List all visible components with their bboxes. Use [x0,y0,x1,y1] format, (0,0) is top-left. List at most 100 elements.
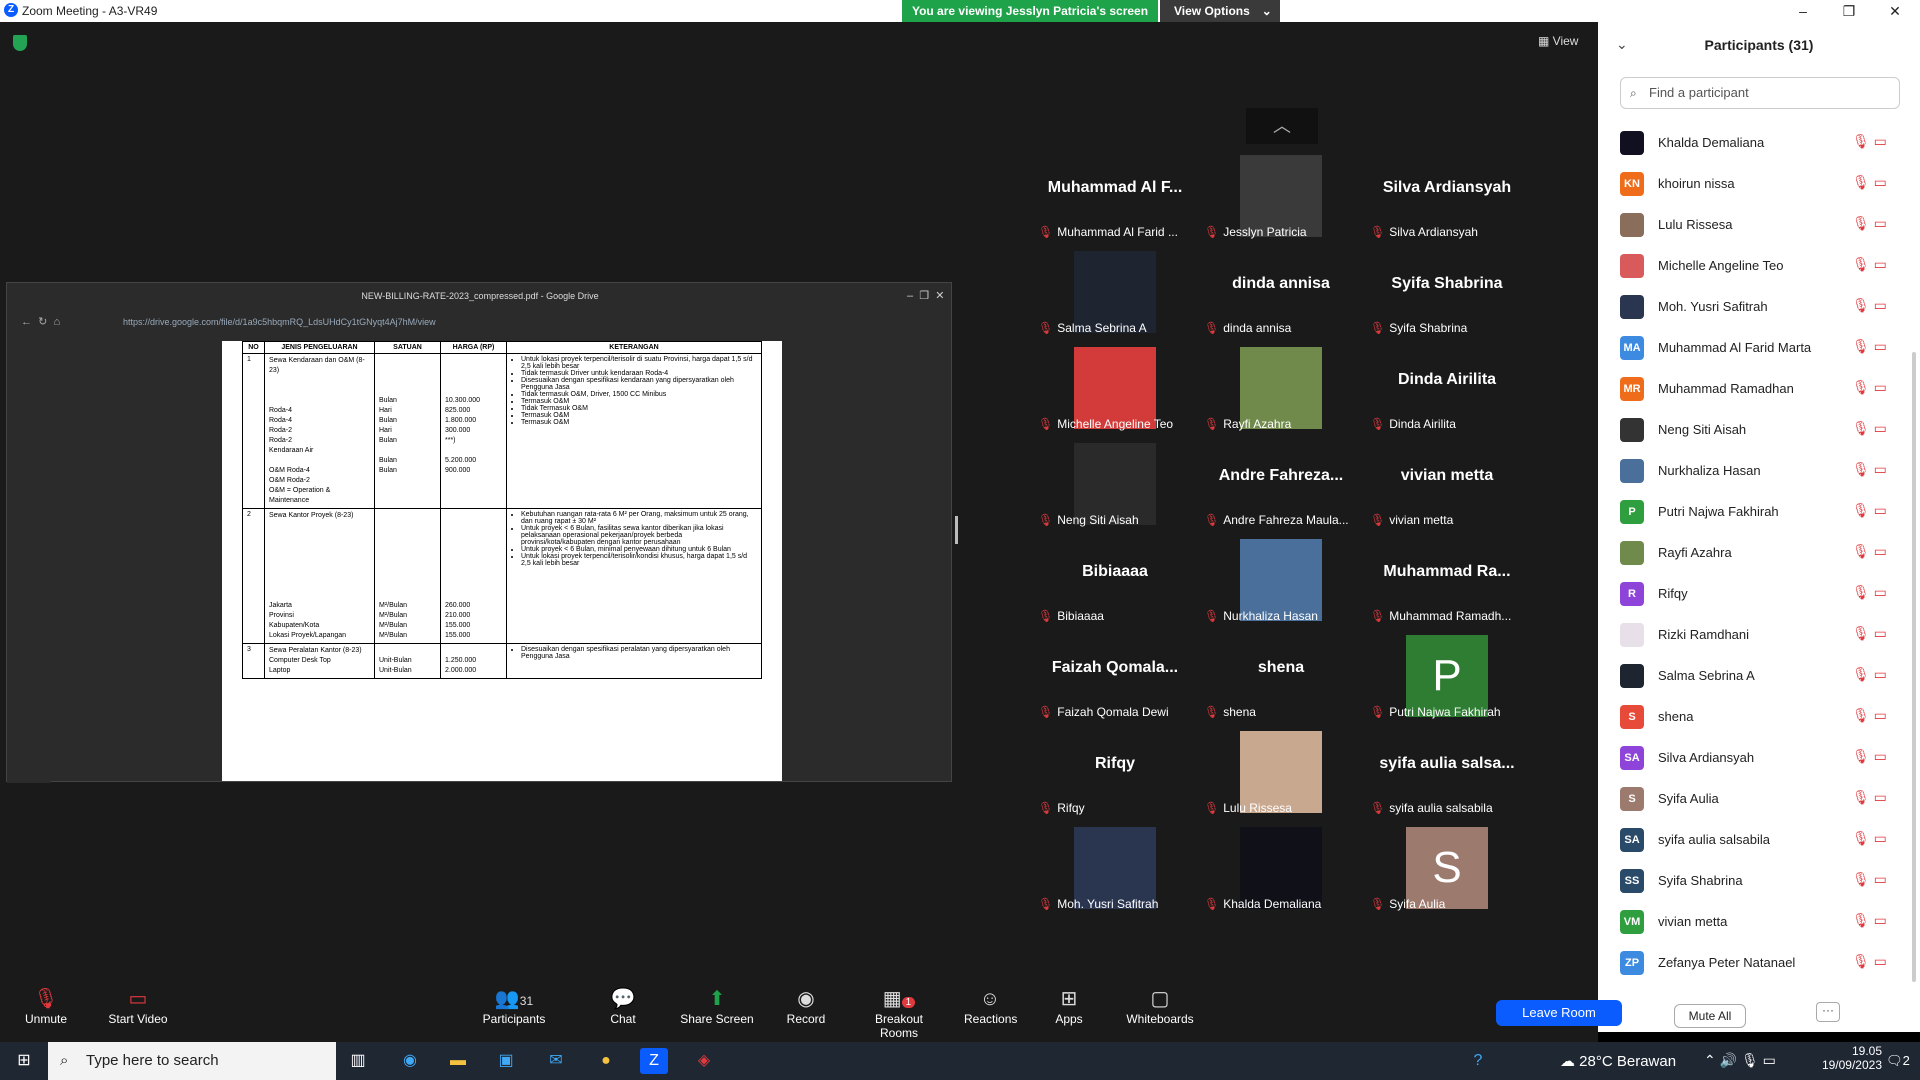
participant-row[interactable]: Khalda Demaliana 🎙 ▭ [1620,123,1910,163]
video-tile[interactable]: 🎙 Nurkhaliza Hasan [1200,535,1362,625]
tile-name-label: 🎙 Dinda Airilita [1370,417,1526,431]
leave-room-button[interactable]: Leave Room [1496,1000,1622,1026]
participant-row[interactable]: MA Muhammad Al Farid Marta 🎙 ▭ [1620,328,1910,368]
doc-line: 10.300.000 [445,397,481,404]
participants-button[interactable]: 👥31 Participants [480,982,548,1042]
participant-row[interactable]: Rizki Ramdhani 🎙 ▭ [1620,615,1910,655]
share-screen-button[interactable]: ⬆ Share Screen [680,982,754,1042]
video-tile[interactable]: dinda annisa 🎙 dinda annisa [1200,247,1362,337]
more-options-button[interactable]: ··· [1816,1002,1840,1022]
participant-row[interactable]: Lulu Rissesa 🎙 ▭ [1620,205,1910,245]
video-tile[interactable]: S 🎙 Syifa Aulia [1366,823,1528,913]
participant-row[interactable]: ZP Zefanya Peter Natanael 🎙 ▭ [1620,943,1910,983]
reactions-button[interactable]: ☺ Reactions [964,982,1017,1042]
whiteboards-button[interactable]: ▢ Whiteboards [1126,982,1194,1042]
video-tile[interactable]: Bibiaaaa 🎙 Bibiaaaa [1034,535,1196,625]
chat-button[interactable]: 💬 Chat [605,982,641,1042]
doc-row: 1 Sewa Kendaraan dan O&M (8-23) Roda-4 Rod… [242,353,762,509]
mcafee-icon[interactable]: ◈ [690,1048,718,1074]
maximize-button[interactable]: ❐ [1826,0,1872,22]
zoom-taskbar-icon[interactable]: Z [640,1048,668,1074]
windows-start-icon[interactable]: ⊞ [10,1048,38,1074]
notification-center-icon[interactable]: 🗨2 [1884,1048,1912,1074]
video-tile[interactable]: 🎙 Salma Sebrina A [1034,247,1196,337]
video-tile[interactable]: Dinda Airilita 🎙 Dinda Airilita [1366,343,1528,433]
tile-name-text: Syifa Shabrina [1389,321,1468,335]
participant-row[interactable]: Rayfi Azahra 🎙 ▭ [1620,533,1910,573]
system-tray-icons[interactable]: ⌃ 🔊 🎙 ▭ [1704,1052,1776,1069]
video-tile[interactable]: Silva Ardiansyah 🎙 Silva Ardiansyah [1366,151,1528,241]
video-tile[interactable]: Syifa Shabrina 🎙 Syifa Shabrina [1366,247,1528,337]
tile-name-text: Khalda Demaliana [1223,897,1322,911]
search-participant-input[interactable]: ⌕ Find a participant [1620,77,1900,109]
video-tile[interactable]: Muhammad Al F... 🎙 Muhammad Al Farid ... [1034,151,1196,241]
video-tile[interactable]: vivian metta 🎙 vivian metta [1366,439,1528,529]
avatar: S [1620,787,1644,811]
tile-name-text: syifa aulia salsabila [1389,801,1493,815]
apps-button[interactable]: ⊞ Apps [1054,982,1084,1042]
file-explorer-icon[interactable]: ▬ [444,1048,472,1074]
participant-row[interactable]: SA Silva Ardiansyah 🎙 ▭ [1620,738,1910,778]
video-tile[interactable]: 🎙 Lulu Rissesa [1200,727,1362,817]
start-video-button[interactable]: ▭ Start Video [106,982,170,1042]
panel-scrollbar[interactable] [1912,352,1916,982]
video-tile[interactable]: Andre Fahreza... 🎙 Andre Fahreza Maula... [1200,439,1362,529]
participant-row[interactable]: Nurkhaliza Hasan 🎙 ▭ [1620,451,1910,491]
participant-row[interactable]: R Rifqy 🎙 ▭ [1620,574,1910,614]
help-icon[interactable]: ? [1464,1048,1492,1074]
security-shield-icon[interactable] [13,35,27,51]
gallery-scroll-up-button[interactable]: ︿ [1246,108,1318,144]
mic-muted-icon: 🎙 [1370,705,1386,719]
participant-row[interactable]: SS Syifa Shabrina 🎙 ▭ [1620,861,1910,901]
video-tile[interactable]: 🎙 Jesslyn Patricia [1200,151,1362,241]
participant-row[interactable]: Moh. Yusri Safitrah 🎙 ▭ [1620,287,1910,327]
video-tile[interactable]: Rifqy 🎙 Rifqy [1034,727,1196,817]
participant-row[interactable]: Sshena 🎙 ▭ [1620,697,1910,737]
video-tile[interactable]: Faizah Qomala... 🎙 Faizah Qomala Dewi [1034,631,1196,721]
mail-icon[interactable]: ✉ [542,1048,570,1074]
video-tile[interactable]: shena 🎙 shena [1200,631,1362,721]
splitter-handle[interactable] [955,516,958,544]
video-tile[interactable]: 🎙 Moh. Yusri Safitrah [1034,823,1196,913]
participant-row[interactable]: KN khoirun nissa 🎙 ▭ [1620,164,1910,204]
participant-row[interactable]: VM vivian metta 🎙 ▭ [1620,902,1910,942]
participant-row[interactable]: Neng Siti Aisah 🎙 ▭ [1620,410,1910,450]
close-button[interactable]: ✕ [1872,0,1918,22]
store-icon[interactable]: ▣ [492,1048,520,1074]
record-button[interactable]: ◉ Record [786,982,826,1042]
view-button[interactable]: ▦ View [1538,34,1578,48]
participant-row[interactable]: MR Muhammad Ramadhan 🎙 ▭ [1620,369,1910,409]
view-options-button[interactable]: View Options ⌄ [1160,0,1280,22]
tile-name-text: Muhammad Al Farid ... [1057,225,1178,239]
clock[interactable]: 19.05 19/09/2023 [1810,1044,1882,1072]
chrome-icon[interactable]: ● [592,1048,620,1074]
participant-row[interactable]: P Putri Najwa Fakhirah 🎙 ▭ [1620,492,1910,532]
participant-row[interactable]: S Syifa Aulia 🎙 ▭ [1620,779,1910,819]
video-tile[interactable]: Muhammad Ra... 🎙 Muhammad Ramadh... [1366,535,1528,625]
video-tile[interactable]: 🎙 Khalda Demaliana [1200,823,1362,913]
participant-row[interactable]: Salma Sebrina A 🎙 ▭ [1620,656,1910,696]
minimize-button[interactable]: – [1780,0,1826,22]
taskbar-search-box[interactable]: ⌕ Type here to search [48,1042,336,1080]
doc-line: 825.000 [445,407,471,414]
mute-all-button[interactable]: Mute All [1674,1004,1746,1028]
video-tile[interactable]: 🎙 Rayfi Azahra [1200,343,1362,433]
avatar: KN [1620,172,1644,196]
tile-name-label: 🎙 Putri Najwa Fakhirah [1370,705,1526,719]
breakout-badge: 1 [901,997,916,1008]
video-tile[interactable]: 🎙 Neng Siti Aisah [1034,439,1196,529]
participant-row[interactable]: SA syifa aulia salsabila 🎙 ▭ [1620,820,1910,860]
doc-line: Roda-4 [269,407,292,414]
video-tile[interactable]: 🎙 Michelle Angeline Teo [1034,343,1196,433]
video-tile[interactable]: syifa aulia salsa... 🎙 syifa aulia salsabi… [1366,727,1528,817]
zoom-logo-icon: Z [4,3,18,17]
participant-row[interactable]: Michelle Angeline Teo 🎙 ▭ [1620,246,1910,286]
tile-name-text: Nurkhaliza Hasan [1223,609,1318,623]
weather-widget[interactable]: ☁ 28°C Berawan [1560,1052,1676,1070]
edge-browser-icon[interactable]: ◉ [396,1048,424,1074]
video-tile[interactable]: P 🎙 Putri Najwa Fakhirah [1366,631,1528,721]
tile-name-text: Moh. Yusri Safitrah [1057,897,1159,911]
task-view-icon[interactable]: ▥ [344,1048,372,1074]
unmute-button[interactable]: 🎙 Unmute [20,982,72,1042]
breakout-rooms-button[interactable]: ▦ 1 Breakout Rooms [855,982,943,1042]
